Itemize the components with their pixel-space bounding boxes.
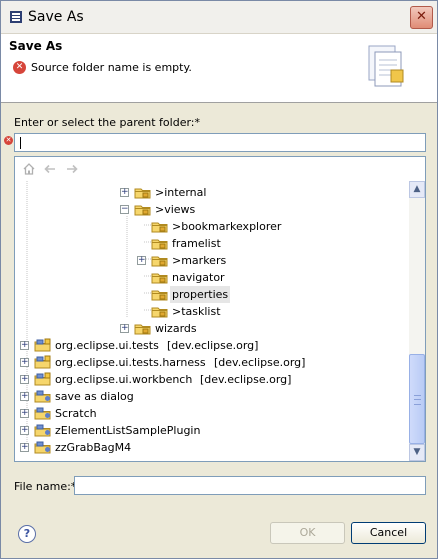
tree-row[interactable]: + zzGrabBagM4: [15, 439, 408, 456]
tree-row-label: navigator: [172, 271, 225, 284]
tree-row[interactable]: navigator: [15, 269, 408, 286]
tree-row-repository: [dev.eclipse.org]: [167, 339, 259, 352]
project-cvs-icon: [34, 372, 51, 386]
expand-icon[interactable]: +: [137, 256, 146, 265]
tree-row-label: >markers: [172, 254, 227, 267]
expand-icon[interactable]: +: [20, 426, 29, 435]
tree-row[interactable]: + Scratch: [15, 405, 408, 422]
tree-row-repository: [dev.eclipse.org]: [200, 373, 292, 386]
dialog-header: Save As ✕ Source folder name is empty.: [1, 34, 437, 103]
error-message: Source folder name is empty.: [31, 61, 192, 74]
folder-package-icon: [151, 307, 168, 318]
tree-row[interactable]: + org.eclipse.ui.workbench [dev.eclipse.or…: [15, 371, 408, 388]
tree-row[interactable]: + save as dialog: [15, 388, 408, 405]
expand-icon[interactable]: +: [20, 341, 29, 350]
tree-row-label: >views: [155, 203, 196, 216]
file-name-label: File name:*: [14, 480, 77, 493]
folder-package-icon: [151, 290, 168, 301]
folder-package-icon: [151, 273, 168, 284]
folder-package-icon: [151, 239, 168, 250]
expand-icon[interactable]: +: [20, 443, 29, 452]
tree-row-label: org.eclipse.ui.workbench: [55, 373, 193, 386]
project-icon: [34, 424, 51, 437]
scroll-thumb[interactable]: [409, 354, 425, 444]
tree-toolbar: [15, 157, 425, 181]
tree-row[interactable]: >tasklist: [15, 303, 408, 320]
tree-row-label: framelist: [172, 237, 221, 250]
expand-icon[interactable]: +: [20, 358, 29, 367]
window-title: Save As: [28, 9, 84, 25]
expand-icon[interactable]: +: [120, 324, 129, 333]
tree-row-label: Scratch: [55, 407, 97, 420]
back-arrow-icon[interactable]: [43, 162, 57, 176]
folder-package-icon: [151, 256, 168, 267]
scroll-down-button[interactable]: ▼: [409, 444, 425, 461]
tree-row-label: >bookmarkexplorer: [172, 220, 282, 233]
tree-row-label: zElementListSamplePlugin: [55, 424, 201, 437]
tree-row[interactable]: properties: [15, 286, 408, 303]
tree-row-repository: [dev.eclipse.org]: [214, 356, 306, 369]
tree-row[interactable]: + >markers: [15, 252, 408, 269]
tree-row-label: >internal: [155, 186, 207, 199]
tree-row[interactable]: + zElementListSamplePlugin: [15, 422, 408, 439]
eclipse-app-icon: [10, 11, 22, 23]
expand-icon[interactable]: +: [20, 392, 29, 401]
forward-arrow-icon[interactable]: [65, 162, 79, 176]
tree-row[interactable]: + >internal: [15, 184, 408, 201]
folder-package-icon: [134, 324, 151, 335]
folder-package-icon: [134, 205, 151, 216]
tree-row[interactable]: + wizards: [15, 320, 408, 337]
close-button[interactable]: ✕: [410, 6, 433, 29]
header-title: Save As: [9, 39, 63, 53]
text-caret: [20, 137, 21, 149]
tree-row[interactable]: >bookmarkexplorer: [15, 218, 408, 235]
parent-folder-label: Enter or select the parent folder:*: [14, 116, 200, 129]
collapse-icon[interactable]: −: [120, 205, 129, 214]
tree-row-label: save as dialog: [55, 390, 134, 403]
folder-package-icon: [151, 222, 168, 233]
tree-row-label: org.eclipse.ui.tests.harness: [55, 356, 206, 369]
field-error-icon: ✕: [4, 136, 13, 145]
error-icon: ✕: [13, 61, 26, 74]
home-icon[interactable]: [22, 162, 36, 176]
tree-row-label: properties: [170, 286, 231, 303]
tree-scrollbar[interactable]: ▲ ▼: [409, 181, 425, 461]
parent-folder-input[interactable]: [14, 133, 426, 152]
cancel-button[interactable]: Cancel: [351, 522, 426, 544]
tree-row-label: org.eclipse.ui.tests: [55, 339, 159, 352]
file-name-input[interactable]: [74, 476, 426, 495]
folder-tree-panel: + >internal − >views >bookmarkexplorer framel…: [14, 156, 426, 462]
folder-tree[interactable]: + >internal − >views >bookmarkexplorer framel…: [15, 181, 408, 461]
help-icon[interactable]: ?: [18, 525, 36, 543]
tree-row[interactable]: − >views: [15, 201, 408, 218]
save-as-dialog: Save As ✕ Save As ✕ Source folder name i…: [0, 0, 438, 559]
expand-icon[interactable]: +: [20, 409, 29, 418]
project-icon: [34, 390, 51, 403]
tree-row[interactable]: + org.eclipse.ui.tests [dev.eclipse.org]: [15, 337, 408, 354]
ok-button[interactable]: OK: [270, 522, 345, 544]
project-cvs-icon: [34, 338, 51, 352]
scroll-grip: [414, 395, 421, 405]
tree-row[interactable]: framelist: [15, 235, 408, 252]
title-bar: Save As ✕: [1, 1, 437, 34]
folder-package-icon: [134, 188, 151, 199]
project-icon: [34, 407, 51, 420]
expand-icon[interactable]: +: [120, 188, 129, 197]
scroll-up-button[interactable]: ▲: [409, 181, 425, 198]
tree-row-label: zzGrabBagM4: [55, 441, 132, 454]
tree-row-label: >tasklist: [172, 305, 221, 318]
tree-row[interactable]: + org.eclipse.ui.tests.harness [dev.eclips…: [15, 354, 408, 371]
tree-row-label: wizards: [155, 322, 197, 335]
save-as-banner-icon: [368, 45, 404, 87]
project-cvs-icon: [34, 355, 51, 369]
expand-icon[interactable]: +: [20, 375, 29, 384]
project-icon: [34, 441, 51, 454]
